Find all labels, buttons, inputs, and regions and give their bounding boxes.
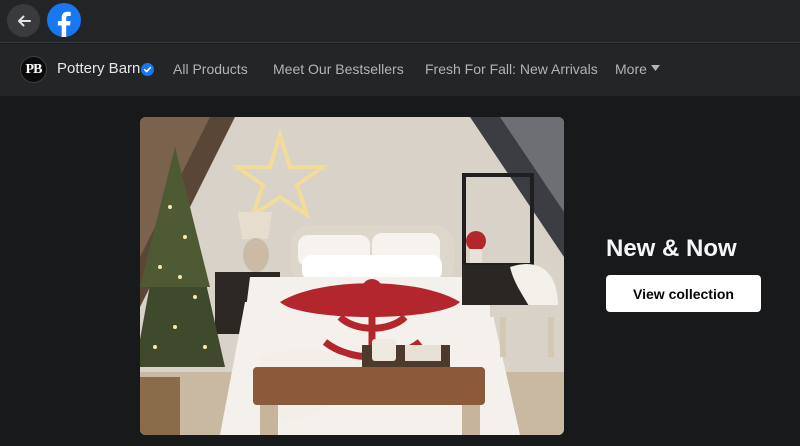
back-button[interactable]: [7, 4, 40, 37]
hero-image[interactable]: [140, 117, 564, 435]
bedroom-illustration: [140, 117, 564, 435]
top-bar: [0, 0, 800, 43]
view-collection-button[interactable]: View collection: [606, 275, 761, 312]
caret-down-icon[interactable]: [651, 65, 660, 71]
arrow-left-icon: [17, 15, 31, 26]
nav-meet-our-bestsellers[interactable]: Meet Our Bestsellers: [273, 61, 404, 77]
hero-title: New & Now: [606, 235, 737, 262]
facebook-logo-icon[interactable]: [47, 3, 81, 37]
verified-badge-icon: [141, 63, 154, 76]
nav-more[interactable]: More: [615, 61, 647, 77]
nav-fresh-for-fall[interactable]: Fresh For Fall: New Arrivals: [425, 61, 598, 77]
brand-avatar[interactable]: PB: [20, 56, 47, 83]
brand-name[interactable]: Pottery Barn: [57, 60, 140, 77]
nav-all-products[interactable]: All Products: [173, 61, 248, 77]
shop-nav-bar: PB Pottery Barn All Products Meet Our Be…: [0, 44, 800, 96]
